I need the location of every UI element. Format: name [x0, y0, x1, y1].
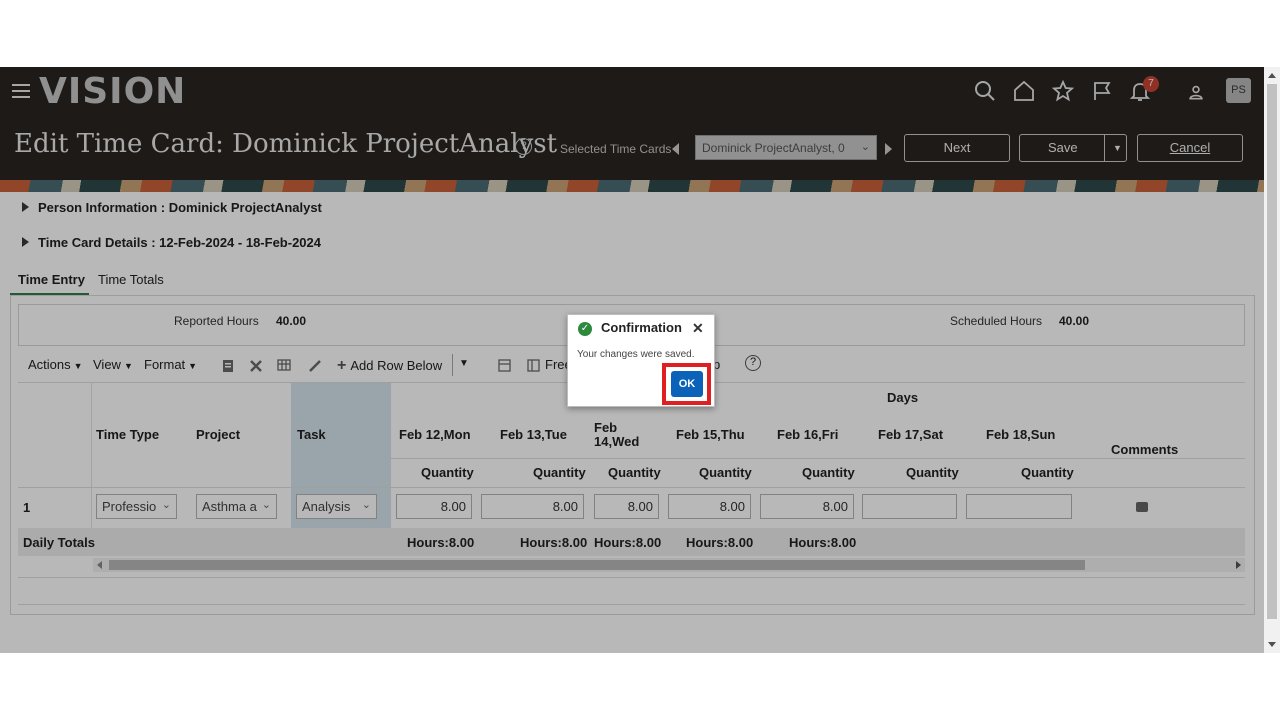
success-check-icon: ✓	[578, 322, 592, 336]
app-window: VISION 7 PS Edit Time Card: Dominick Pro…	[0, 67, 1264, 653]
scroll-up-arrow-icon[interactable]	[1268, 73, 1276, 78]
dialog-title: Confirmation	[601, 320, 682, 335]
scroll-down-arrow-icon[interactable]	[1268, 642, 1276, 647]
vertical-scrollbar[interactable]	[1264, 67, 1280, 653]
dialog-message: Your changes were saved.	[577, 349, 695, 360]
scroll-thumb[interactable]	[1267, 84, 1277, 619]
close-icon[interactable]: ✕	[692, 320, 704, 337]
ok-button[interactable]: OK	[671, 371, 703, 397]
